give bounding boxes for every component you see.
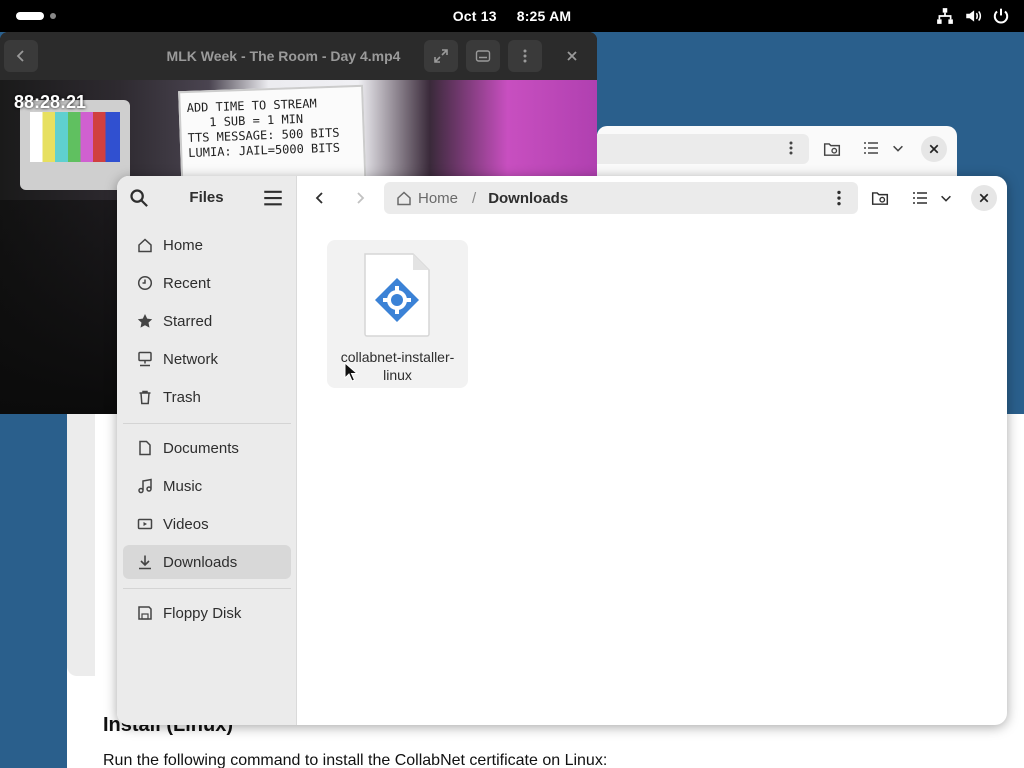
- subtitles-button[interactable]: [466, 40, 500, 72]
- sidebar-header: Files: [117, 176, 296, 220]
- clock-icon: [137, 275, 153, 291]
- download-icon: [139, 555, 151, 570]
- power-icon: [993, 8, 1009, 24]
- breadcrumb-current[interactable]: Downloads: [488, 190, 568, 207]
- breadcrumb-home-label: Home: [418, 189, 459, 207]
- sidebar-item-label: Videos: [163, 515, 209, 533]
- background-sidebar: [67, 414, 95, 676]
- system-status[interactable]: [936, 7, 1010, 25]
- kebab-menu-icon[interactable]: [830, 189, 848, 207]
- sidebar-item-documents[interactable]: Documents: [123, 431, 291, 465]
- chevron-right-icon: [357, 192, 365, 204]
- kebab-menu-icon: [523, 49, 527, 63]
- sidebar-item-label: Trash: [163, 388, 201, 406]
- sidebar-item-label: Recent: [163, 274, 211, 292]
- sidebar-item-label: Downloads: [163, 553, 238, 571]
- sidebar-item-home[interactable]: Home: [123, 228, 291, 262]
- video-scene-tv: [20, 100, 130, 190]
- sidebar-item-label: Documents: [163, 439, 239, 457]
- folder-search-icon[interactable]: [823, 140, 841, 158]
- chevron-down-icon[interactable]: [891, 141, 905, 155]
- window-close-button[interactable]: [971, 185, 997, 211]
- background-close-button[interactable]: [921, 136, 947, 162]
- back-button[interactable]: [306, 184, 334, 212]
- list-view-icon[interactable]: [863, 140, 879, 156]
- view-toggle-button[interactable]: [908, 186, 932, 210]
- sidebar-separator: [123, 423, 291, 424]
- hamburger-menu-icon[interactable]: [263, 188, 283, 208]
- close-icon: [567, 51, 577, 61]
- star-icon: [137, 314, 153, 328]
- executable-file-icon: [364, 253, 430, 337]
- volume-icon: [966, 10, 982, 22]
- sidebar-item-trash[interactable]: Trash: [123, 380, 291, 414]
- files-sidebar: Files Home Recent Starred Network Trash …: [117, 176, 297, 725]
- chevron-down-icon: [941, 195, 951, 202]
- doc-paragraph: Run the following command to install the…: [103, 752, 608, 768]
- sidebar-item-recent[interactable]: Recent: [123, 266, 291, 300]
- files-window[interactable]: Files Home Recent Starred Network Trash …: [117, 176, 1007, 725]
- sidebar-item-network[interactable]: Network: [123, 342, 291, 376]
- document-icon: [139, 440, 151, 456]
- sidebar-item-videos[interactable]: Videos: [123, 507, 291, 541]
- network-icon: [138, 351, 152, 367]
- clock[interactable]: Oct 13 8:25 AM: [453, 8, 572, 24]
- sidebar-item-downloads[interactable]: Downloads: [123, 545, 291, 579]
- trash-icon: [139, 390, 151, 405]
- chevron-left-icon: [315, 192, 323, 204]
- sidebar-item-label: Network: [163, 350, 219, 368]
- forward-button[interactable]: [346, 184, 374, 212]
- sidebar-item-music[interactable]: Music: [123, 469, 291, 503]
- close-icon: [929, 144, 939, 154]
- network-icon: [937, 8, 953, 24]
- kebab-menu-icon[interactable]: [783, 140, 799, 156]
- floppy-icon: [138, 606, 152, 620]
- background-pathbar[interactable]: [597, 134, 809, 164]
- workspace-dot: [50, 13, 56, 19]
- activities-indicator[interactable]: [16, 12, 56, 20]
- mouse-cursor-icon: [344, 362, 358, 382]
- workspace-active-pill: [16, 12, 44, 20]
- video-close-button[interactable]: [555, 40, 589, 72]
- top-bar: Oct 13 8:25 AM: [0, 0, 1024, 32]
- sidebar-item-label: Starred: [163, 312, 213, 330]
- sidebar-item-label: Music: [163, 477, 203, 495]
- clock-time: 8:25 AM: [516, 8, 572, 24]
- breadcrumb-home[interactable]: Home: [396, 190, 458, 207]
- subtitles-icon: [475, 50, 491, 62]
- sidebar-separator: [123, 588, 291, 589]
- sidebar-item-floppy-disk[interactable]: Floppy Disk: [123, 596, 291, 630]
- expand-icon: [434, 49, 448, 63]
- video-menu-button[interactable]: [508, 40, 542, 72]
- close-icon: [979, 193, 989, 203]
- folder-search-icon: [871, 192, 889, 205]
- path-bar[interactable]: Home / Downloads: [384, 182, 858, 214]
- view-options-button[interactable]: [934, 186, 958, 210]
- stream-timer: 88:28:21: [14, 92, 87, 112]
- video-icon: [137, 518, 153, 530]
- sidebar-item-starred[interactable]: Starred: [123, 304, 291, 338]
- clock-date: Oct 13: [452, 8, 497, 24]
- breadcrumb-separator: /: [472, 189, 477, 207]
- home-icon: [138, 238, 152, 253]
- music-icon: [138, 478, 152, 494]
- fullscreen-button[interactable]: [424, 40, 458, 72]
- search-folder-button[interactable]: [868, 186, 892, 210]
- home-icon: [397, 191, 411, 206]
- video-header-bar: MLK Week - The Room - Day 4.mp4: [0, 32, 597, 80]
- sidebar-item-label: Floppy Disk: [163, 604, 242, 622]
- sidebar-item-label: Home: [163, 236, 204, 254]
- list-view-icon: [913, 192, 927, 204]
- files-header-bar: Home / Downloads: [298, 176, 1007, 220]
- background-files-window[interactable]: [597, 126, 957, 178]
